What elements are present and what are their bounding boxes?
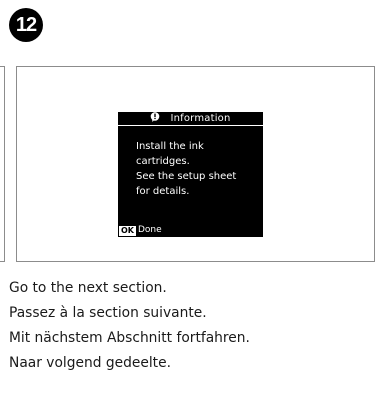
step-number-badge: 12: [9, 8, 43, 42]
done-action-label: Done: [138, 225, 162, 235]
instruction-dutch: Naar volgend gedeelte.: [9, 355, 171, 371]
printer-lcd-screen: Information Install the ink cartridges. …: [118, 112, 263, 237]
lcd-header-title: Information: [170, 113, 231, 124]
lcd-footer: OK Done: [119, 225, 162, 236]
lcd-message-line: See the setup sheet: [136, 171, 237, 182]
instruction-english: Go to the next section.: [9, 280, 167, 296]
info-icon: [151, 112, 160, 122]
lcd-message-line: for details.: [136, 186, 190, 197]
lcd-message-line: cartridges.: [136, 156, 190, 167]
previous-figure-frame-edge: [0, 66, 5, 262]
ok-button[interactable]: OK: [119, 225, 136, 236]
instruction-list: Go to the next section. Passez à la sect…: [9, 276, 250, 376]
lcd-message-line: Install the ink: [136, 141, 204, 152]
lcd-header: Information: [118, 112, 263, 126]
instruction-german: Mit nächstem Abschnitt fortfahren.: [9, 330, 250, 346]
instruction-french: Passez à la section suivante.: [9, 305, 207, 321]
lcd-message: Install the ink cartridges. See the setu…: [136, 139, 260, 199]
